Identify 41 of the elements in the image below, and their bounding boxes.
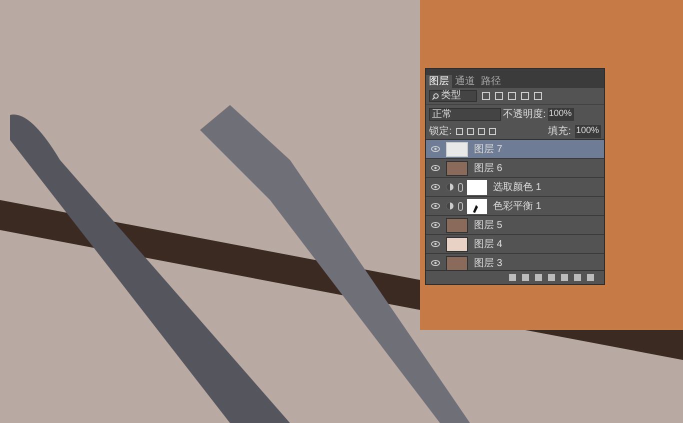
eye-icon[interactable] — [431, 165, 440, 171]
search-icon — [432, 92, 439, 100]
layer-name: 选取颜色 1 — [493, 182, 542, 192]
panel-tab[interactable]: 图层 — [426, 75, 452, 88]
eye-icon[interactable] — [431, 260, 440, 266]
layer-thumbnail — [446, 218, 468, 232]
layer-name: 色彩平衡 1 — [493, 200, 542, 212]
link-icon — [458, 202, 463, 210]
fill-label: 填充: — [548, 126, 571, 136]
mask-thumbnail — [467, 180, 487, 194]
layer-row[interactable]: 图层 6 — [426, 159, 604, 178]
panel-tab[interactable]: 通道 — [452, 75, 478, 88]
layer-row[interactable]: 图层 7 — [426, 140, 604, 159]
layer-name: 图层 7 — [474, 144, 502, 154]
eye-icon[interactable] — [431, 222, 440, 228]
layer-row[interactable]: 选取颜色 1 — [426, 178, 604, 197]
opacity-label: 不透明度: — [503, 108, 546, 120]
filter-dropdown[interactable]: 类型 — [429, 90, 477, 102]
eye-icon[interactable] — [431, 203, 440, 209]
layer-name: 图层 4 — [474, 238, 502, 250]
adjustment-icon — [446, 183, 454, 191]
adjustment-icon — [446, 202, 454, 210]
layer-row[interactable]: 色彩平衡 1 — [426, 197, 604, 216]
lock-label: 锁定: — [429, 126, 452, 136]
link-icon — [458, 182, 463, 192]
layer-thumbnail — [446, 160, 468, 176]
panel-tab[interactable]: 路径 — [478, 75, 504, 88]
filter-value: 类型 — [441, 91, 461, 101]
layer-thumbnail — [446, 142, 468, 156]
layer-name: 图层 3 — [474, 258, 502, 268]
layer-row[interactable]: 图层 4 — [426, 235, 604, 254]
fill-field[interactable]: 100% — [575, 124, 601, 138]
layer-name: 图层 6 — [474, 162, 502, 174]
layer-name: 图层 5 — [474, 220, 502, 230]
layer-thumbnail — [446, 236, 468, 252]
blend-mode-dropdown[interactable]: 正常 — [429, 108, 501, 120]
eye-icon[interactable] — [431, 146, 440, 152]
layer-row[interactable]: 图层 5 — [426, 216, 604, 235]
opacity-field[interactable]: 100% — [548, 108, 574, 120]
eye-icon[interactable] — [431, 241, 440, 247]
eye-icon[interactable] — [431, 184, 440, 190]
